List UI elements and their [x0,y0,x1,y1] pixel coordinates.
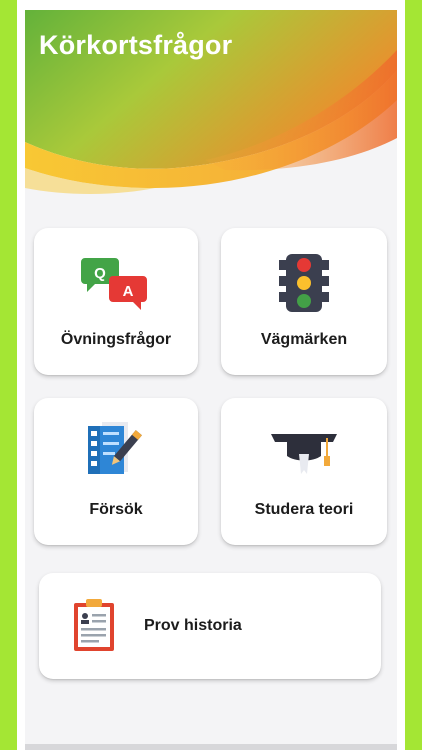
qa-icon-a-letter: A [123,283,134,300]
app-screen: Körkortsfrågor Q A Övningsfrågor Vägmärk… [17,0,405,750]
traffic-light-icon [279,254,329,312]
road-signs-label: Vägmärken [260,331,348,348]
graduation-cap-icon [271,434,337,474]
header-banner: Körkortsfrågor [25,10,397,200]
study-theory-label: Studera teori [254,501,354,518]
exam-history-card[interactable]: Prov historia [39,573,381,679]
study-theory-card[interactable]: Studera teori [221,398,387,545]
edit-document-icon [88,422,142,474]
bottom-divider [25,744,397,750]
attempts-card[interactable]: Försök [34,398,198,545]
main-view: Körkortsfrågor Q A Övningsfrågor Vägmärk… [25,10,397,750]
practice-questions-label: Övningsfrågor [60,331,172,348]
attempts-label: Försök [89,501,143,518]
practice-questions-card[interactable]: Q A Övningsfrågor [34,228,198,375]
clipboard-icon [74,599,114,651]
qa-chat-icon: Q A [81,258,147,310]
app-title: Körkortsfrågor [39,30,233,60]
exam-history-label: Prov historia [144,617,242,634]
road-signs-card[interactable]: Vägmärken [221,228,387,375]
qa-icon-q-letter: Q [94,265,106,282]
